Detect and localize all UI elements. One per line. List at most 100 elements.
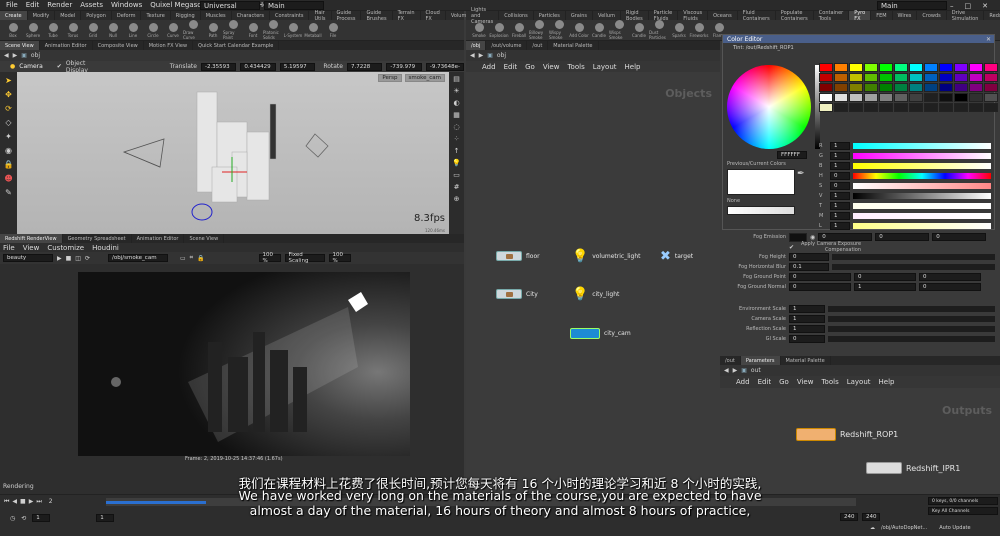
out-menu-go[interactable]: Go [779, 378, 789, 386]
color-swatch[interactable] [819, 63, 833, 72]
alpha-bar[interactable] [727, 206, 795, 215]
scale-value-field[interactable]: 1 [789, 315, 825, 323]
color-swatch[interactable] [879, 83, 893, 92]
color-swatch[interactable] [909, 103, 923, 112]
tab-hair-utils[interactable]: Hair Utils [309, 10, 332, 22]
tab-lights-and-cameras[interactable]: Lights and Cameras [466, 7, 500, 25]
scale-slider[interactable] [828, 306, 995, 312]
color-swatch[interactable] [984, 63, 998, 72]
shelf-tool-grid[interactable]: Grid [83, 22, 103, 38]
render-menu-file[interactable]: File [3, 244, 15, 252]
shelf-tool-smoke[interactable]: Smoke [469, 22, 489, 38]
shelf-tool-circle[interactable]: Circle [143, 22, 163, 38]
tab-container-tools[interactable]: Container Tools [814, 10, 850, 22]
menu-file[interactable]: File [6, 1, 18, 9]
tab-populate-containers[interactable]: Populate Containers [776, 10, 814, 22]
ghost-icon[interactable]: ◌ [453, 123, 459, 131]
tab-material-palette[interactable]: Material Palette [548, 41, 599, 50]
net-back-icon[interactable]: ◀ [470, 52, 475, 59]
color-swatch[interactable] [939, 63, 953, 72]
channel-gradient-slider[interactable] [853, 203, 991, 209]
color-swatch[interactable] [924, 63, 938, 72]
tab-motion-fx-view[interactable]: Motion FX View [144, 41, 194, 50]
color-swatch[interactable] [984, 83, 998, 92]
camera-tool-icon[interactable]: ● [10, 63, 15, 70]
auto-update-label[interactable]: Auto Update [939, 525, 970, 531]
color-swatch[interactable] [864, 93, 878, 102]
snap-icon[interactable]: ⊕ [454, 195, 460, 203]
color-swatch[interactable] [849, 73, 863, 82]
color-swatch[interactable] [954, 83, 968, 92]
tab-fem[interactable]: FEM [871, 11, 893, 20]
scale-value-field[interactable]: 0 [789, 335, 825, 343]
color-swatch[interactable] [879, 73, 893, 82]
forward-icon[interactable]: ▶ [13, 52, 18, 59]
refresh-icon[interactable]: ⟳ [85, 255, 90, 262]
tab-deform[interactable]: Deform [112, 11, 142, 20]
tab-vellum[interactable]: Vellum [593, 11, 621, 20]
color-swatch[interactable] [849, 93, 863, 102]
color-swatch[interactable] [849, 103, 863, 112]
color-swatch[interactable] [939, 103, 953, 112]
desktop-select[interactable]: Universal [200, 1, 260, 10]
color-swatch[interactable] [849, 83, 863, 92]
tab-quick-start-calendar-example[interactable]: Quick Start Calendar Example [193, 41, 280, 50]
color-swatch[interactable] [909, 63, 923, 72]
tab-modify[interactable]: Modify [28, 11, 56, 20]
color-swatch[interactable] [954, 93, 968, 102]
color-swatch[interactable] [969, 73, 983, 82]
tab-muscles[interactable]: Muscles [201, 11, 232, 20]
translate-x[interactable]: -2.35593 [200, 62, 237, 71]
tab-characters[interactable]: Characters [232, 11, 270, 20]
scale-slider[interactable] [828, 336, 995, 342]
color-swatch[interactable] [954, 63, 968, 72]
tab-parameters[interactable]: Parameters [740, 356, 781, 365]
tab-geometry-spreadsheet[interactable]: Geometry Spreadsheet [63, 234, 132, 243]
color-swatch[interactable] [864, 73, 878, 82]
pose-tool-icon[interactable]: ☻ [4, 174, 12, 183]
color-swatch[interactable] [894, 103, 908, 112]
fog-emission-g[interactable]: 0 [875, 233, 930, 241]
color-swatch[interactable] [909, 73, 923, 82]
menu-edit[interactable]: Edit [26, 1, 40, 9]
tab-oceans[interactable]: Oceans [708, 11, 738, 20]
scale-tool-icon[interactable]: ◇ [5, 118, 11, 127]
shelf-tool-fireball[interactable]: Fireball [509, 22, 529, 38]
channel-value-field[interactable]: 1 [830, 202, 850, 210]
color-swatch[interactable] [984, 73, 998, 82]
channel-value-field[interactable]: 1 [830, 192, 850, 200]
param-value-field[interactable]: 0 [854, 273, 916, 281]
color-swatch[interactable] [864, 103, 878, 112]
render-icon[interactable]: ▶ [57, 255, 62, 262]
channel-value-field[interactable]: 0 [830, 172, 850, 180]
menu-windows[interactable]: Windows [111, 1, 142, 9]
window-close-icon[interactable]: ✕ [982, 2, 988, 10]
channel-value-field[interactable]: 1 [830, 212, 850, 220]
display-options-icon[interactable]: ▤ [453, 75, 460, 83]
tab-redshift[interactable]: Redshift [984, 11, 1000, 20]
color-swatch[interactable] [969, 83, 983, 92]
network-menu-help[interactable]: Help [625, 63, 641, 71]
node-city-cam[interactable]: city_cam [570, 328, 631, 339]
tab-polygon[interactable]: Polygon [81, 11, 112, 20]
param-value-field[interactable]: 0 [789, 253, 829, 261]
grid-icon[interactable]: # [454, 183, 460, 191]
color-swatch[interactable] [924, 83, 938, 92]
tab-scene-view[interactable]: Scene View [184, 234, 225, 243]
tab-crowds[interactable]: Crowds [917, 11, 947, 20]
scale-value-field[interactable]: 1 [789, 305, 825, 313]
color-swatch[interactable] [924, 73, 938, 82]
zoom-select[interactable]: 100 % [258, 252, 281, 264]
scale-slider[interactable] [828, 316, 995, 322]
tab-model[interactable]: Model [55, 11, 82, 20]
color-swatch[interactable] [969, 63, 983, 72]
shelf-tool-font[interactable]: Font [243, 22, 263, 38]
channel-value-field[interactable]: 0 [830, 182, 850, 190]
node-city[interactable]: City [496, 289, 538, 299]
node-redshift-rop1[interactable]: Redshift_ROP1 [796, 428, 898, 441]
camera-icon[interactable]: ▭ [453, 171, 460, 179]
shelf-tool-line[interactable]: Line [123, 22, 143, 38]
color-swatch[interactable] [894, 73, 908, 82]
color-swatch[interactable] [909, 93, 923, 102]
tab-rigging[interactable]: Rigging [171, 11, 201, 20]
